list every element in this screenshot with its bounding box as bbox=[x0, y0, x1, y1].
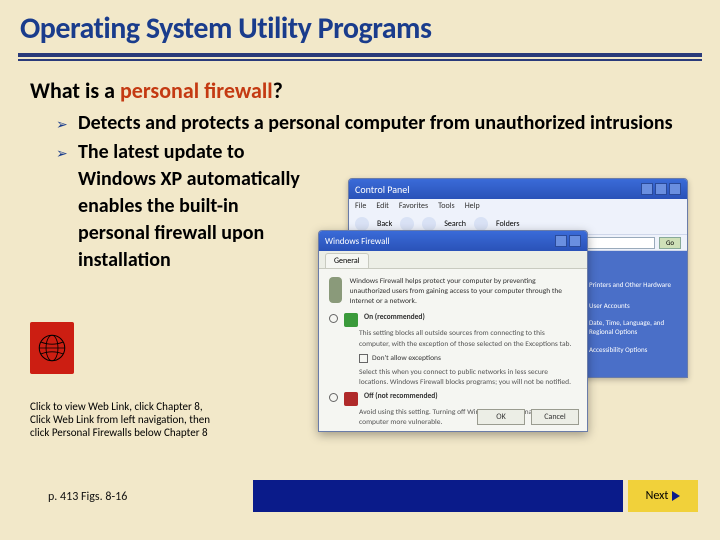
cancel-button: Cancel bbox=[531, 409, 579, 425]
wf-exc-desc: Select this when you connect to public n… bbox=[359, 368, 577, 388]
wf-intro: Windows Firewall helps protect your comp… bbox=[350, 277, 577, 307]
slide-title: Operating System Utility Programs bbox=[0, 0, 720, 47]
category-label: Date, Time, Language, and Regional Optio… bbox=[589, 318, 679, 336]
firewall-window: Windows Firewall General Windows Firewal… bbox=[318, 230, 588, 432]
title-underline bbox=[18, 53, 702, 61]
wf-body: Windows Firewall helps protect your comp… bbox=[319, 269, 587, 432]
web-link-icon[interactable] bbox=[30, 322, 74, 374]
cp-menubar: File Edit Favorites Tools Help bbox=[349, 199, 687, 213]
web-link-caption: Click to view Web Link, click Chapter 8,… bbox=[30, 400, 210, 440]
wf-titlebar: Windows Firewall bbox=[319, 231, 587, 251]
question-line: What is a personal firewall? bbox=[30, 77, 720, 104]
toolbar-label: Back bbox=[377, 219, 392, 229]
category-label: Printers and Other Hardware bbox=[589, 280, 671, 289]
cp-title-text: Control Panel bbox=[355, 183, 410, 196]
wf-option-on: On (recommended) bbox=[329, 313, 577, 327]
help-icon bbox=[555, 235, 567, 247]
firewall-icon bbox=[329, 277, 342, 303]
toolbar-label: Folders bbox=[496, 219, 520, 229]
next-button[interactable]: Next bbox=[628, 480, 698, 512]
embedded-screenshot: Control Panel File Edit Favorites Tools … bbox=[318, 178, 688, 432]
toolbar-label: Search bbox=[444, 219, 466, 229]
category-label: Accessibility Options bbox=[589, 345, 647, 354]
menu-item: Help bbox=[465, 201, 480, 211]
ok-button: OK bbox=[477, 409, 525, 425]
forward-icon bbox=[400, 217, 414, 231]
minimize-icon bbox=[641, 183, 653, 195]
maximize-icon bbox=[655, 183, 667, 195]
go-button: Go bbox=[659, 237, 681, 249]
folders-icon bbox=[474, 217, 488, 231]
shield-off-icon bbox=[344, 392, 358, 406]
question-suffix: ? bbox=[273, 77, 283, 104]
wf-tab-general: General bbox=[325, 253, 369, 268]
bullet-icon: ➢ bbox=[56, 110, 78, 133]
page-reference: p. 413 Figs. 8-16 bbox=[48, 490, 127, 504]
footer-bar bbox=[253, 480, 623, 512]
wf-exception-check: Don't allow exceptions bbox=[359, 354, 577, 364]
category-label: User Accounts bbox=[589, 301, 630, 310]
bullet-text: Detects and protects a personal computer… bbox=[78, 110, 673, 137]
next-label: Next bbox=[646, 489, 669, 503]
search-icon bbox=[422, 217, 436, 231]
menu-item: File bbox=[355, 201, 366, 211]
wf-off-label: Off (not recommended) bbox=[364, 392, 438, 402]
back-icon bbox=[355, 217, 369, 231]
wf-exc-label: Don't allow exceptions bbox=[372, 354, 441, 364]
menu-item: Edit bbox=[376, 201, 389, 211]
wf-option-off: Off (not recommended) bbox=[329, 392, 577, 406]
bullet-icon: ➢ bbox=[56, 139, 78, 162]
question-prefix: What is a bbox=[30, 77, 120, 104]
wf-tabs: General bbox=[319, 251, 587, 269]
radio-icon bbox=[329, 314, 338, 323]
bullet-item: ➢ Detects and protects a personal comput… bbox=[56, 110, 720, 137]
cp-titlebar: Control Panel bbox=[349, 179, 687, 199]
close-icon bbox=[669, 183, 681, 195]
slide: Operating System Utility Programs What i… bbox=[0, 0, 720, 540]
menu-item: Tools bbox=[438, 201, 455, 211]
shield-on-icon bbox=[344, 313, 358, 327]
menu-item: Favorites bbox=[399, 201, 428, 211]
bullet-text: The latest update to Windows XP automati… bbox=[78, 139, 306, 274]
close-icon bbox=[569, 235, 581, 247]
wf-on-desc: This setting blocks all outside sources … bbox=[359, 329, 577, 349]
checkbox-icon bbox=[359, 354, 368, 363]
globe-icon bbox=[35, 331, 69, 365]
wf-title-text: Windows Firewall bbox=[325, 236, 390, 247]
radio-icon bbox=[329, 393, 338, 402]
arrow-right-icon bbox=[672, 491, 680, 501]
wf-on-label: On (recommended) bbox=[364, 313, 425, 323]
question-highlight: personal firewall bbox=[120, 77, 273, 104]
